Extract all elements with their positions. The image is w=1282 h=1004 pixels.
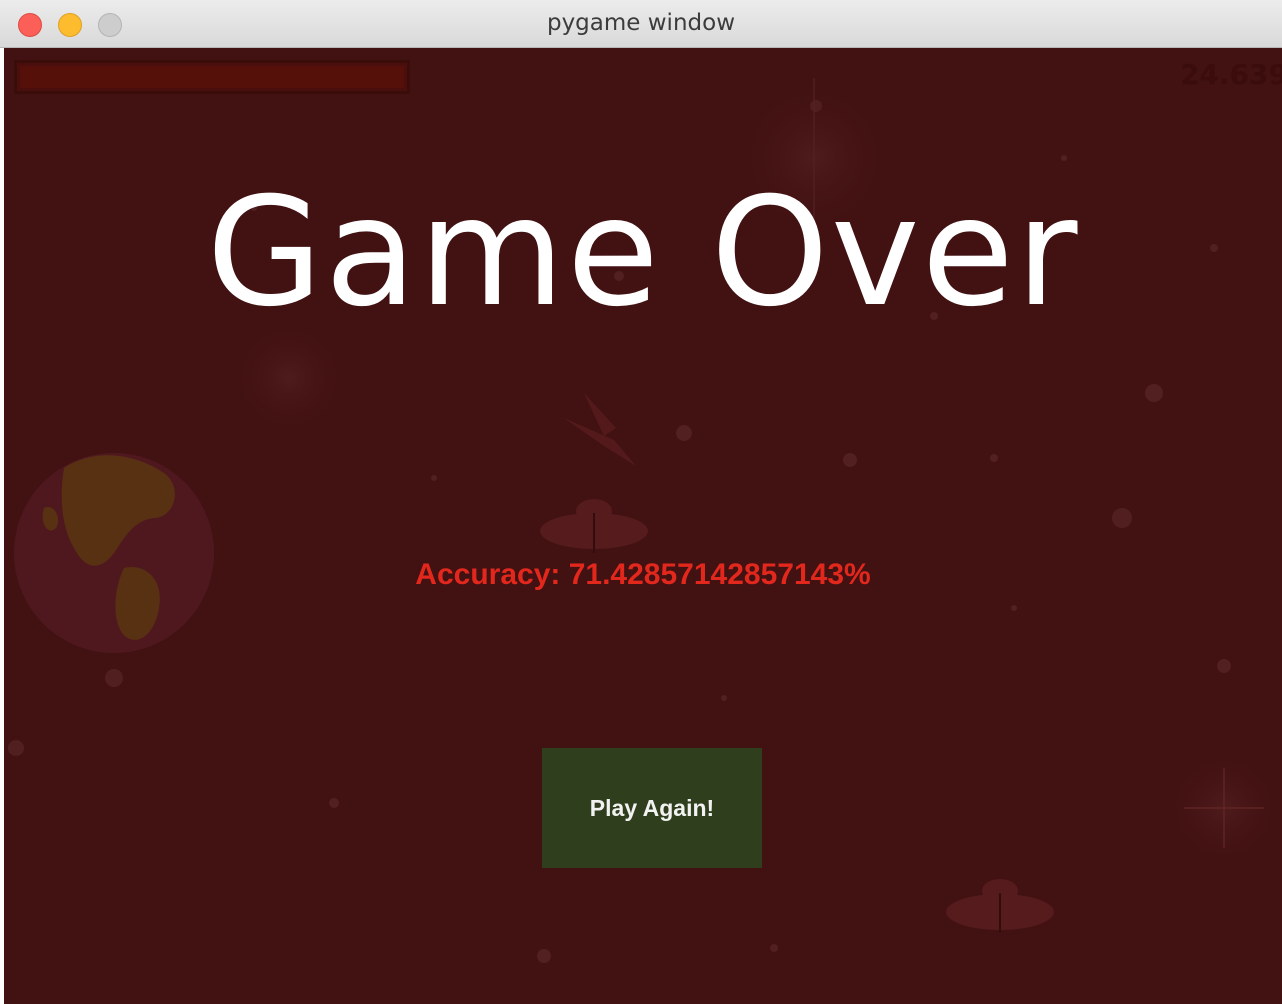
accuracy-value: 71.42857142857143%: [568, 558, 871, 591]
health-bar-fill: [20, 66, 404, 88]
ufo-icon: [946, 879, 1054, 933]
play-again-button[interactable]: Play Again!: [542, 748, 762, 868]
game-canvas: 24.639 Game Over Accuracy: 71.4285714285…: [4, 48, 1282, 1004]
ufo-icon: [540, 499, 648, 553]
window-title: pygame window: [546, 10, 736, 36]
accuracy-readout: Accuracy: 71.42857142857143%: [4, 558, 1282, 592]
earth-icon: [14, 453, 214, 653]
title-bar: pygame window: [0, 0, 1282, 48]
game-over-title: Game Over: [206, 166, 1080, 340]
score-display: 24.639: [1179, 58, 1282, 91]
rocket-icon: [564, 393, 636, 466]
app-window: pygame window 24.639 Game Over Accuracy:…: [0, 0, 1282, 1004]
accuracy-label: Accuracy:: [415, 558, 561, 591]
health-bar: [14, 60, 410, 94]
